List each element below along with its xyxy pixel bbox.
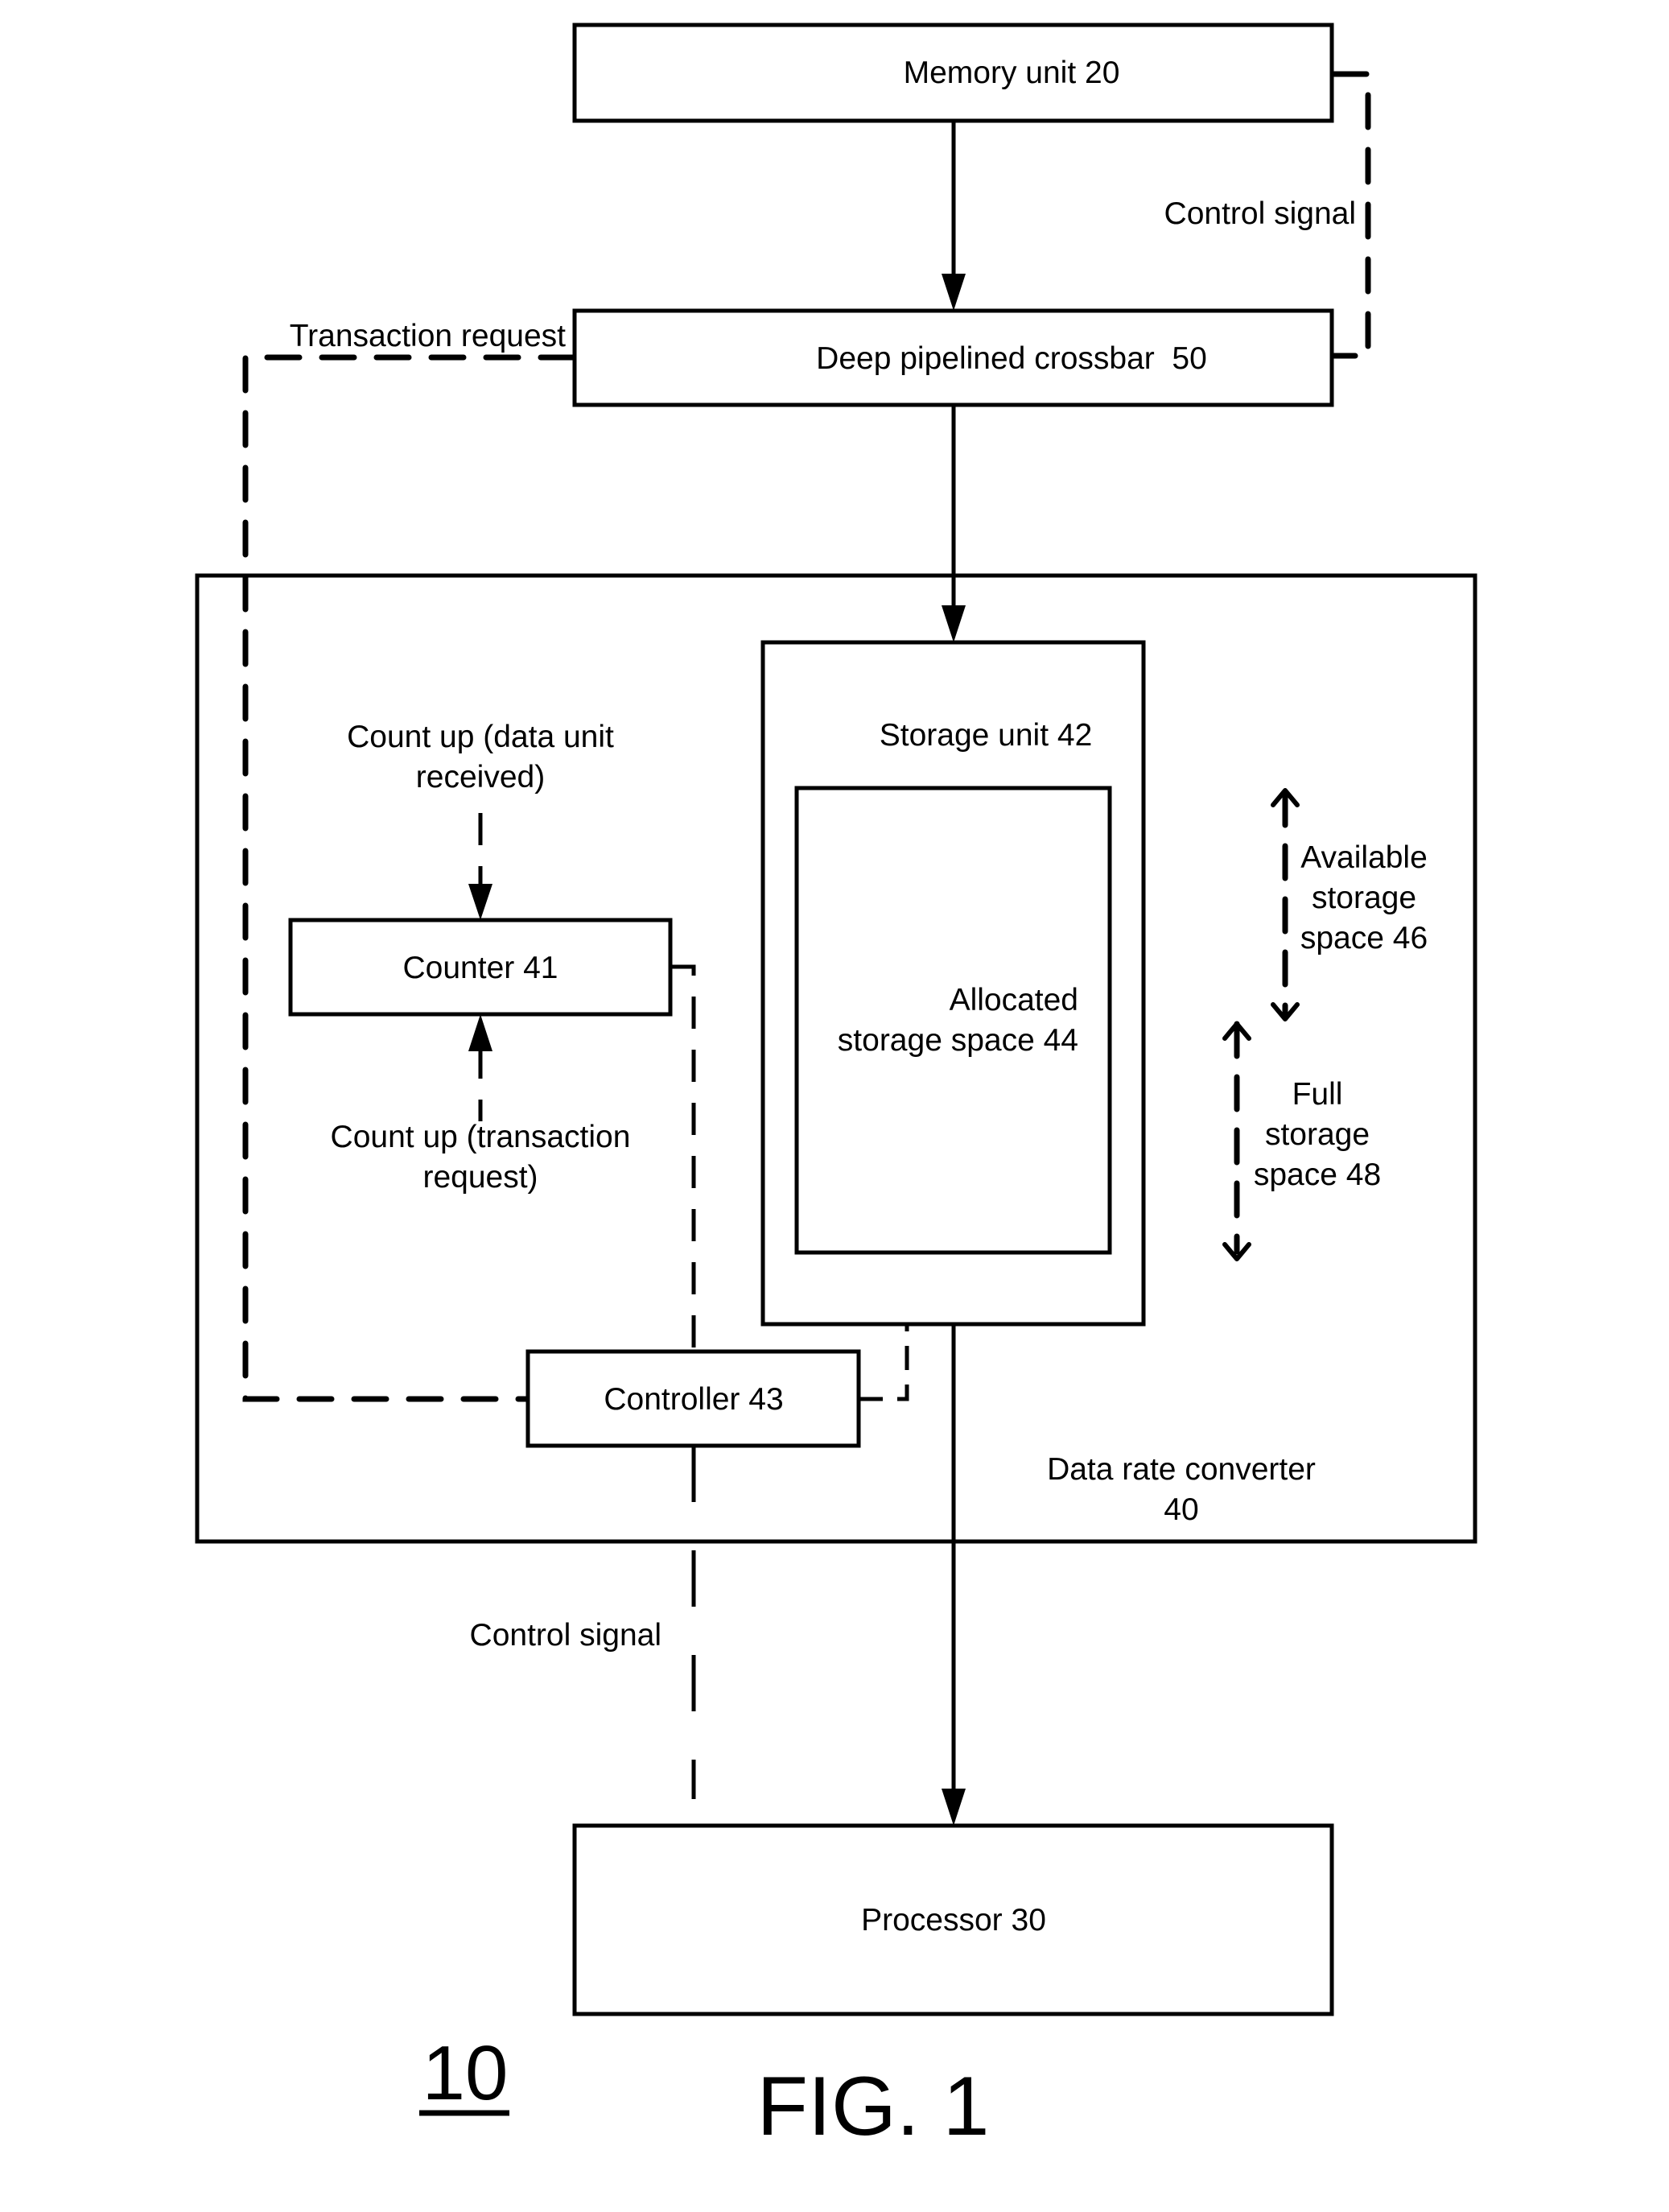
count-up-transaction-label-line1: Count up (transaction bbox=[331, 1120, 631, 1154]
control-signal-bottom-label: Control signal bbox=[470, 1618, 661, 1653]
arrowhead-icon bbox=[942, 605, 966, 642]
processor-block: Processor 30 bbox=[572, 1823, 1334, 2016]
transaction-request-label: Transaction request bbox=[290, 319, 566, 353]
counter-to-controller-line bbox=[670, 964, 696, 1352]
count-up-transaction-label-line2: request) bbox=[422, 1160, 538, 1195]
full-storage-label-line3: space 48 bbox=[1254, 1158, 1381, 1192]
arrowhead-icon bbox=[468, 884, 492, 920]
counter-block: Counter 41 bbox=[288, 918, 673, 1017]
figure-title: FIG. 1 bbox=[757, 2060, 990, 2153]
storage-unit-label: Storage unit 42 bbox=[880, 718, 1093, 753]
available-storage-label-line1: Available bbox=[1300, 840, 1428, 875]
processor-label: Processor 30 bbox=[861, 1903, 1046, 1938]
allocated-storage-block: Allocated storage space 44 bbox=[794, 786, 1112, 1255]
data-rate-converter-label-line2: 40 bbox=[1164, 1492, 1198, 1527]
available-storage-indicator: Available storage space 46 bbox=[1271, 788, 1428, 1021]
available-storage-label-line2: storage bbox=[1312, 881, 1416, 915]
reference-numeral: 10 bbox=[422, 2030, 509, 2116]
controller-label: Controller 43 bbox=[604, 1382, 783, 1417]
counter-label: Counter 41 bbox=[403, 951, 558, 985]
memory-unit-label: Memory unit 20 bbox=[904, 56, 1120, 90]
count-up-data-label-line2: received) bbox=[416, 760, 545, 794]
transaction-request-line bbox=[242, 354, 576, 1402]
count-up-data-label-line1: Count up (data unit bbox=[347, 720, 614, 754]
available-storage-label-line3: space 46 bbox=[1300, 921, 1428, 955]
allocated-storage-label-line2: storage space 44 bbox=[838, 1023, 1078, 1058]
crossbar-label: Deep pipelined crossbar 50 bbox=[816, 341, 1207, 376]
controller-block: Controller 43 bbox=[525, 1349, 861, 1448]
full-storage-indicator: Full storage space 48 bbox=[1222, 1021, 1381, 1261]
arrowhead-icon bbox=[942, 1789, 966, 1826]
allocated-storage-label-line1: Allocated bbox=[950, 983, 1078, 1017]
arrowhead-icon bbox=[942, 274, 966, 311]
crossbar-block: Deep pipelined crossbar 50 bbox=[572, 308, 1334, 407]
controller-to-storage-line bbox=[859, 1324, 909, 1401]
full-storage-label-line2: storage bbox=[1265, 1117, 1370, 1152]
arrowhead-icon bbox=[468, 1014, 492, 1051]
data-rate-converter-label-line1: Data rate converter bbox=[1047, 1452, 1316, 1487]
full-storage-label-line1: Full bbox=[1292, 1077, 1343, 1112]
memory-unit-block: Memory unit 20 bbox=[572, 23, 1334, 123]
block-diagram: Memory unit 20 Deep pipelined crossbar 5… bbox=[195, 23, 1477, 2153]
control-signal-top-label: Control signal bbox=[1164, 196, 1356, 231]
